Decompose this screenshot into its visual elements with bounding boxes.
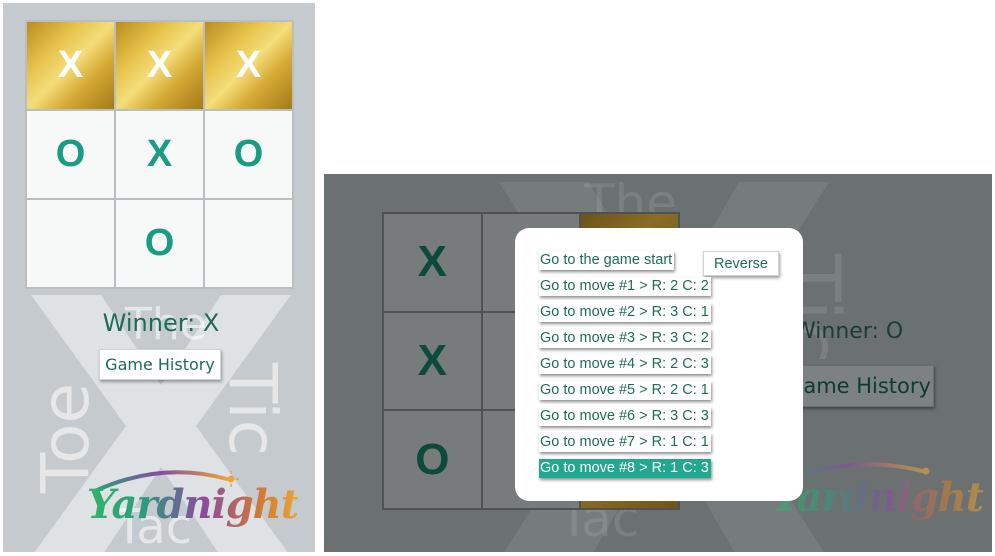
- move-button-7[interactable]: Go to move #7 > R: 1 C: 1: [539, 433, 711, 452]
- game-history-button[interactable]: Game History: [99, 349, 221, 380]
- board-cell[interactable]: O: [26, 110, 115, 199]
- board-cell[interactable]: O: [383, 410, 482, 509]
- winner-status: Winner: O: [794, 319, 904, 344]
- background-word-tic: Tic: [214, 363, 291, 456]
- move-button-6[interactable]: Go to move #6 > R: 3 C: 3: [539, 407, 711, 426]
- reverse-button[interactable]: Reverse: [703, 251, 779, 276]
- move-button-5[interactable]: Go to move #5 > R: 2 C: 1: [539, 381, 711, 400]
- move-button-3[interactable]: Go to move #3 > R: 3 C: 2: [539, 329, 711, 348]
- board-cell[interactable]: [204, 199, 293, 288]
- board-cell[interactable]: X: [204, 21, 293, 110]
- move-button-start[interactable]: Go to the game start: [539, 251, 675, 270]
- move-button-8-current[interactable]: Go to move #8 > R: 1 C: 3: [539, 459, 711, 478]
- yardnight-logo: Yardnight: [87, 481, 299, 528]
- game-history-button[interactable]: Game History: [784, 365, 934, 407]
- board-cell[interactable]: [26, 199, 115, 288]
- board-cell[interactable]: X: [383, 213, 482, 312]
- game-panel-left: The Toe Tic Tac X X X O X O O Winner: X …: [3, 3, 315, 552]
- board-cell[interactable]: X: [383, 311, 482, 411]
- board-cell[interactable]: O: [204, 110, 293, 199]
- board-cell[interactable]: X: [115, 21, 204, 110]
- background-word-toe: Toe: [27, 382, 104, 493]
- board-cell[interactable]: O: [115, 199, 204, 288]
- yardnight-logo: Yardnight: [772, 474, 984, 521]
- board-cell[interactable]: X: [26, 21, 115, 110]
- game-board: X X X O X O O: [25, 20, 294, 289]
- board-cell[interactable]: X: [115, 110, 204, 199]
- move-button-4[interactable]: Go to move #4 > R: 2 C: 3: [539, 355, 711, 374]
- move-button-1[interactable]: Go to move #1 > R: 2 C: 2: [539, 277, 711, 296]
- game-history-modal: Go to the game start Reverse Go to move …: [515, 228, 803, 501]
- move-button-2[interactable]: Go to move #2 > R: 3 C: 1: [539, 303, 711, 322]
- winner-status: Winner: X: [102, 309, 220, 337]
